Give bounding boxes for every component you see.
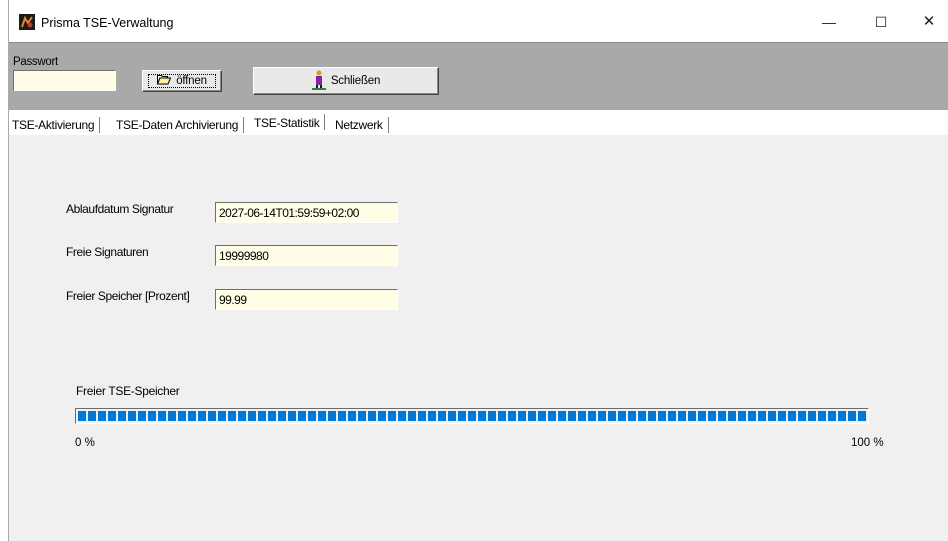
progress-max-label: 100 % [851, 437, 884, 449]
open-button-label: öffnen [176, 75, 207, 87]
close-app-button[interactable]: Schließen [253, 67, 439, 95]
expiry-label: Ablaufdatum Signatur [66, 202, 174, 216]
free-memory-field[interactable]: 99.99 [215, 289, 398, 310]
open-button[interactable]: öffnen [142, 70, 222, 92]
tab-tse-aktivierung[interactable]: TSE-Aktivierung [9, 115, 101, 134]
tab-label: TSE-Statistik [254, 116, 320, 130]
free-memory-progressbar [75, 408, 869, 424]
progress-min-label: 0 % [75, 437, 95, 449]
folder-open-icon [156, 74, 172, 89]
title-bar[interactable]: Prisma TSE-Verwaltung — ☐ ✕ [9, 0, 948, 42]
close-app-label: Schließen [330, 75, 381, 87]
app-icon [19, 14, 35, 30]
minimize-button[interactable]: — [809, 8, 849, 36]
toolbar: Passwort öffnen Schließen [9, 42, 948, 110]
exit-door-icon [311, 70, 326, 93]
tab-label: TSE-Aktivierung [12, 118, 95, 132]
close-window-button[interactable]: ✕ [909, 8, 948, 36]
app-window: Prisma TSE-Verwaltung — ☐ ✕ Passwort öff… [8, 0, 948, 541]
tab-label: Netzwerk [335, 118, 383, 132]
free-signatures-field[interactable]: 19999980 [215, 245, 398, 266]
tab-label: TSE-Daten Archivierung [116, 118, 239, 132]
free-memory-label: Freier Speicher [Prozent] [66, 289, 190, 303]
password-input[interactable] [13, 70, 116, 91]
progress-label: Freier TSE-Speicher [76, 384, 180, 398]
free-signatures-label: Freie Signaturen [66, 245, 149, 259]
tab-tse-daten-archivierung[interactable]: TSE-Daten Archivierung [113, 115, 245, 134]
statistik-panel: Ablaufdatum Signatur 2027-06-14T01:59:59… [9, 134, 948, 541]
expiry-field[interactable]: 2027-06-14T01:59:59+02:00 [215, 202, 398, 223]
progress-fill [78, 411, 866, 421]
maximize-button[interactable]: ☐ [861, 8, 901, 36]
tab-netzwerk[interactable]: Netzwerk [332, 115, 389, 134]
tab-bar: TSE-Aktivierung TSE-Daten Archivierung T… [9, 110, 948, 134]
window-title: Prisma TSE-Verwaltung [41, 16, 174, 30]
password-label: Passwort [13, 56, 58, 68]
tab-tse-statistik[interactable]: TSE-Statistik [251, 112, 326, 134]
